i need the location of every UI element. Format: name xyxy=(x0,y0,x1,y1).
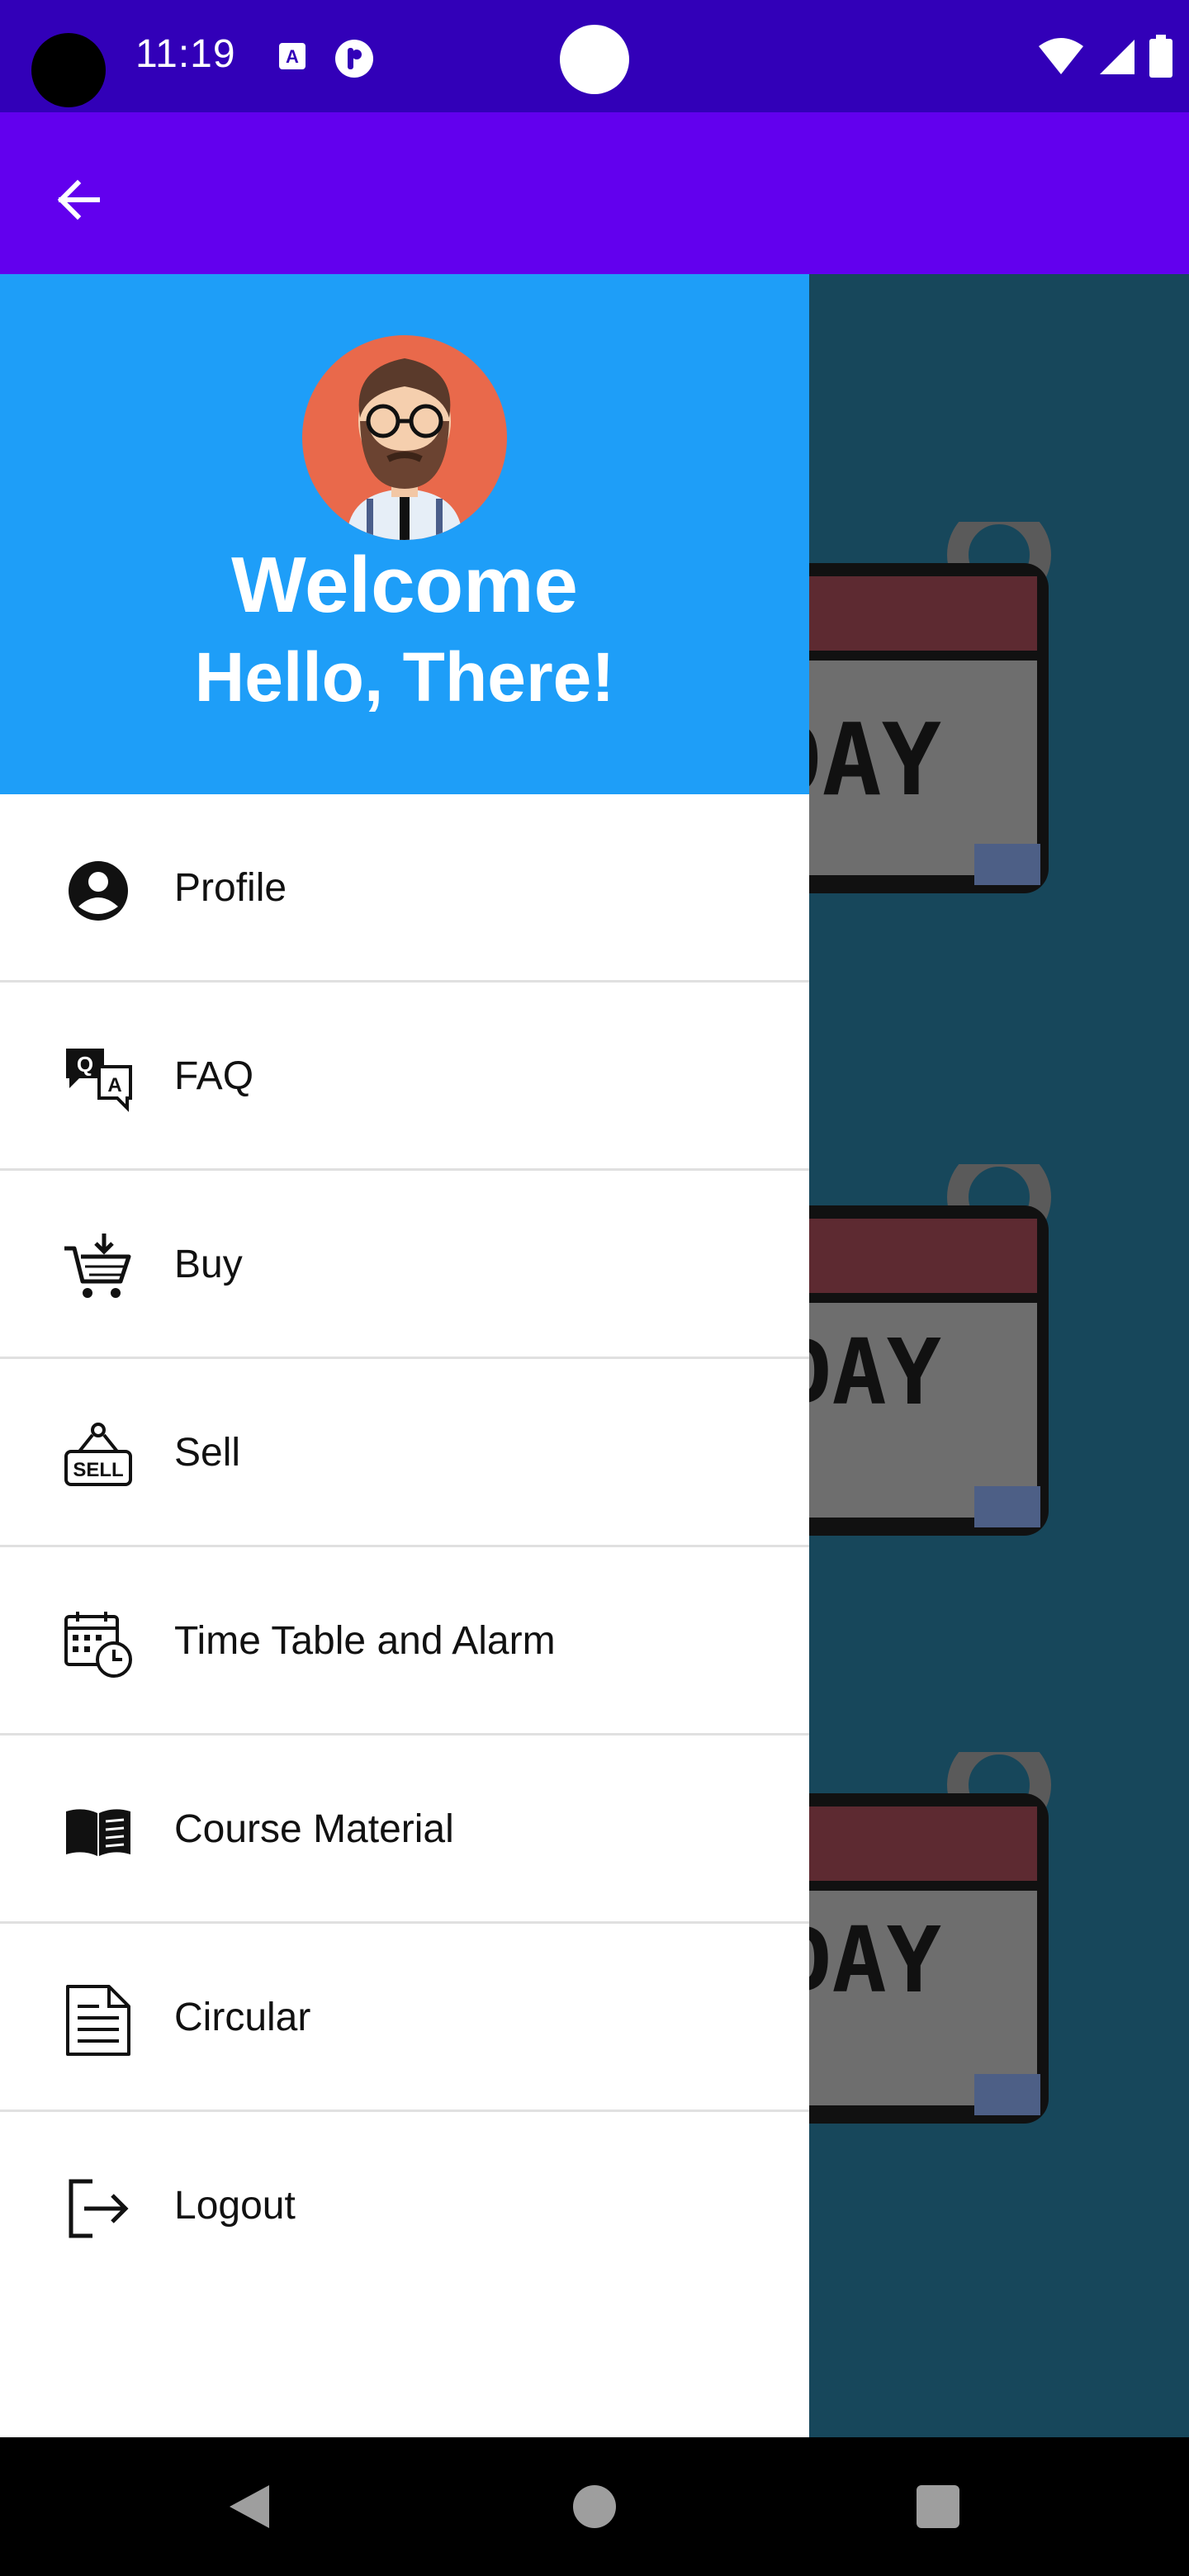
welcome-title: Welcome xyxy=(231,541,578,629)
menu-item-faq[interactable]: Q A FAQ xyxy=(0,983,809,1171)
navigation-drawer: Welcome Hello, There! Profile Q A FAQ Bu… xyxy=(0,274,809,2437)
svg-text:Q: Q xyxy=(77,1052,93,1077)
menu-item-timetable[interactable]: Time Table and Alarm xyxy=(0,1547,809,1735)
card-text-2: HURS DAY xyxy=(809,1319,941,1425)
background-content: ESDAY HURS DAY ATUR DAY xyxy=(809,274,1189,2437)
cart-download-icon xyxy=(64,1234,131,1298)
svg-text:A: A xyxy=(107,1074,121,1096)
card-text-1: ESDAY xyxy=(809,703,941,818)
drawer-menu: Profile Q A FAQ Buy SELL Sell Time Table… xyxy=(0,794,809,2300)
calendar-card-tuesday[interactable]: ESDAY xyxy=(809,522,1090,968)
menu-label: Logout xyxy=(174,2184,296,2228)
notification-p-icon xyxy=(335,40,373,78)
menu-label: Profile xyxy=(174,866,287,910)
open-book-icon xyxy=(66,1809,130,1856)
calendar-clock-icon xyxy=(64,1612,132,1678)
arrow-back-icon[interactable] xyxy=(46,167,112,233)
system-nav-bar xyxy=(0,2437,1189,2576)
calendar-card-saturday[interactable]: ATUR DAY xyxy=(809,1752,1090,2198)
menu-label: Sell xyxy=(174,1431,241,1475)
status-time: 11:19 xyxy=(135,32,236,76)
svg-text:A: A xyxy=(286,46,299,67)
wifi-icon xyxy=(1039,38,1083,74)
drawer-header: Welcome Hello, There! xyxy=(0,274,809,794)
menu-item-circular[interactable]: Circular xyxy=(0,1924,809,2112)
logout-icon xyxy=(69,2179,129,2238)
greeting-subtitle: Hello, There! xyxy=(194,638,615,716)
menu-label: FAQ xyxy=(174,1054,254,1098)
sell-sign-icon: SELL xyxy=(64,1423,132,1486)
battery-icon xyxy=(1149,35,1172,78)
account-circle-icon xyxy=(69,861,128,921)
front-camera xyxy=(560,25,629,94)
menu-label: Circular xyxy=(174,1996,311,2039)
card-text-3: ATUR DAY xyxy=(809,1907,941,2013)
nav-back-icon[interactable] xyxy=(223,2480,276,2533)
svg-text:SELL: SELL xyxy=(73,1459,123,1481)
menu-label: Buy xyxy=(174,1243,243,1286)
bearded-man-avatar xyxy=(302,335,507,540)
qa-chat-icon: Q A xyxy=(66,1049,132,1112)
status-indicators xyxy=(1037,33,1172,79)
nav-home-icon[interactable] xyxy=(573,2485,616,2528)
menu-item-sell[interactable]: SELL Sell xyxy=(0,1359,809,1547)
status-bar: 11:19 A xyxy=(0,0,1189,112)
menu-item-buy[interactable]: Buy xyxy=(0,1171,809,1359)
calendar-card-thursday[interactable]: HURS DAY xyxy=(809,1164,1090,1610)
notification-a-icon: A xyxy=(279,43,306,69)
signal-icon xyxy=(1100,40,1135,74)
menu-item-course-material[interactable]: Course Material xyxy=(0,1735,809,1924)
document-icon xyxy=(66,1985,130,2056)
menu-item-logout[interactable]: Logout xyxy=(0,2112,809,2300)
app-bar xyxy=(0,112,1189,274)
menu-item-profile[interactable]: Profile xyxy=(0,794,809,983)
menu-label: Course Material xyxy=(174,1807,454,1851)
nav-recents-icon[interactable] xyxy=(917,2485,959,2528)
camera-cutout xyxy=(31,33,106,107)
menu-label: Time Table and Alarm xyxy=(174,1619,556,1663)
